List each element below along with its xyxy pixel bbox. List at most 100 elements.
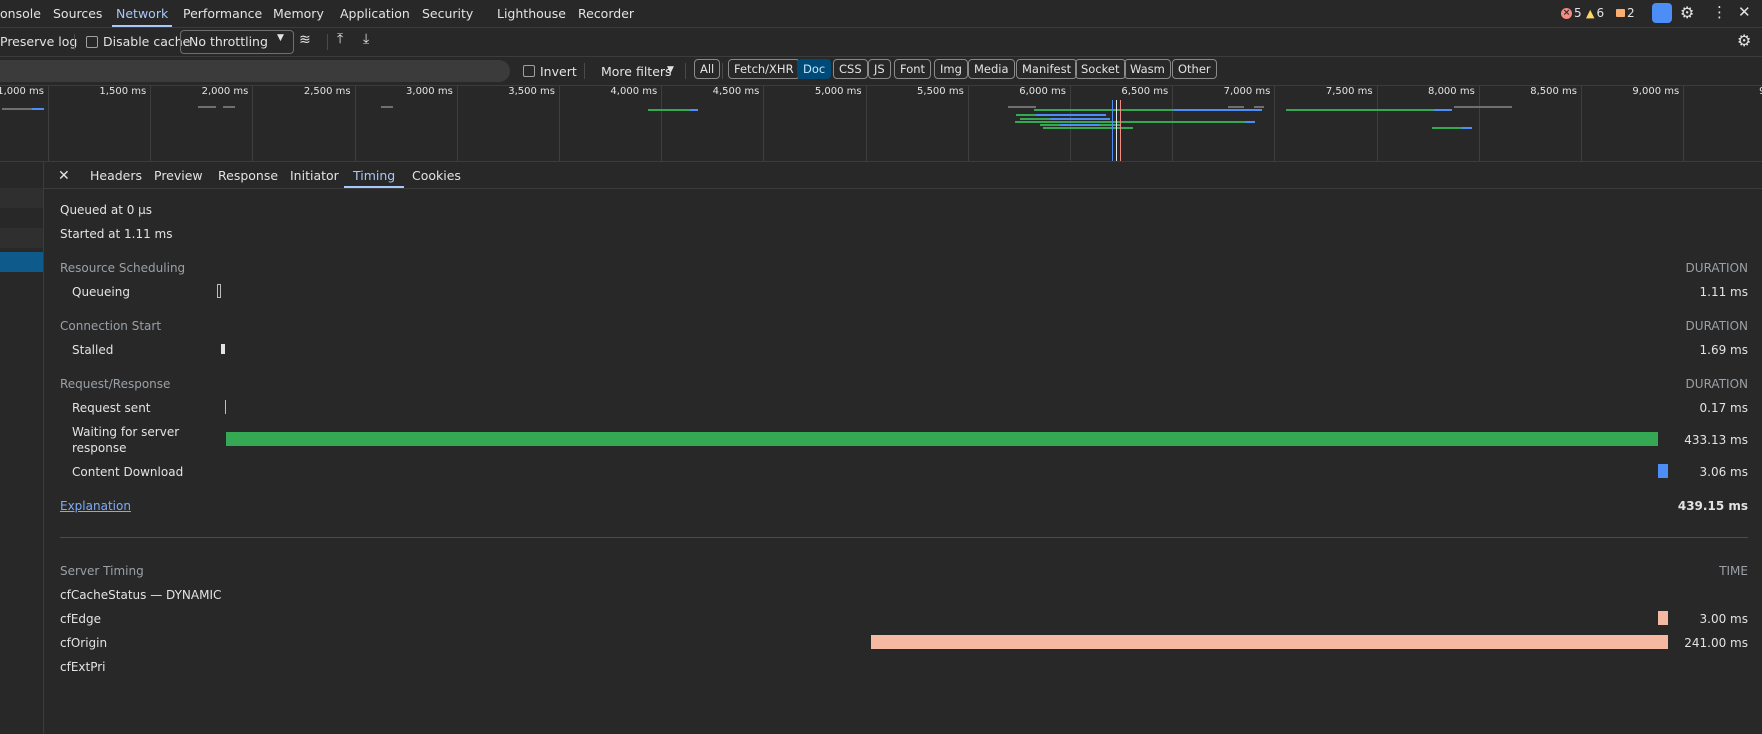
tab-headers[interactable]: Headers — [90, 162, 142, 188]
filter-chip-other[interactable]: Other — [1172, 59, 1217, 79]
tab-timing[interactable]: Timing — [343, 162, 405, 188]
disable-cache-label[interactable]: Disable cache — [103, 34, 190, 49]
filter-chip-manifest[interactable]: Manifest — [1016, 59, 1078, 79]
filter-input[interactable] — [0, 60, 510, 82]
extension-icon[interactable] — [1652, 3, 1672, 23]
overview-gridline — [1683, 86, 1685, 161]
request-detail-tabs: ✕ Headers Preview Response Initiator Tim… — [44, 162, 1762, 189]
total-duration: 439.15 ms — [1677, 499, 1748, 513]
tab-application[interactable]: Application — [340, 0, 410, 27]
filter-chip-doc[interactable]: Doc — [797, 59, 832, 79]
overview-gridline — [1478, 86, 1480, 161]
filter-chip-media[interactable]: Media — [968, 59, 1015, 79]
invert-checkbox[interactable] — [523, 65, 535, 77]
row-value-waiting: 433.13 ms — [1684, 433, 1748, 447]
overview-bar — [1462, 127, 1472, 129]
duration-header: DURATION — [1685, 377, 1748, 391]
network-overview-timeline[interactable]: 1,000 ms 1,500 ms 2,000 ms 2,500 ms 3,000 ms… — [0, 86, 1762, 162]
filter-chip-wasm[interactable]: Wasm — [1124, 59, 1171, 79]
more-filters-button[interactable]: More filters — [601, 64, 672, 79]
tab-response[interactable]: Response — [218, 162, 278, 188]
overview-tick-label: 5,500 ms — [917, 86, 964, 97]
export-har-icon[interactable]: ⤓ — [363, 31, 369, 47]
overview-bar — [1015, 121, 1245, 123]
network-settings-gear-icon[interactable]: ⚙ — [1737, 31, 1751, 50]
section-resource-scheduling: Resource Scheduling — [60, 261, 186, 275]
warnings-counter[interactable]: ▲ 6 — [1586, 6, 1604, 20]
divider — [722, 63, 723, 79]
overview-gridline — [354, 86, 356, 161]
filter-chip-js[interactable]: JS — [868, 59, 891, 79]
waiting-server-bar — [226, 432, 1658, 446]
row-label-content-download: Content Download — [72, 465, 184, 479]
server-timing-label-cfedge: cfEdge — [60, 612, 102, 626]
invert-label[interactable]: Invert — [540, 64, 577, 79]
tab-recorder[interactable]: Recorder — [578, 0, 634, 27]
tab-lighthouse[interactable]: Lighthouse — [497, 0, 566, 27]
server-timing-label-cfextpri: cfExtPri — [60, 660, 106, 674]
overview-bar — [223, 106, 235, 108]
cforigin-bar — [871, 635, 1668, 649]
close-icon[interactable]: ✕ — [58, 162, 70, 188]
filter-chip-img[interactable]: Img — [934, 59, 968, 79]
overview-tick-label: 8,500 ms — [1530, 86, 1577, 97]
overview-tick-label: 9,000 ms — [1632, 86, 1680, 97]
overview-bar — [1228, 106, 1244, 108]
list-item[interactable] — [0, 208, 43, 228]
chevron-down-icon: ▼ — [667, 65, 674, 75]
overview-gridline — [865, 86, 867, 161]
overview-gridline — [1172, 86, 1174, 161]
network-conditions-icon[interactable]: ≋ — [299, 32, 311, 48]
filter-chip-fetch-xhr[interactable]: Fetch/XHR — [728, 59, 800, 79]
issue-icon — [1616, 9, 1625, 17]
tab-preview[interactable]: Preview — [154, 162, 203, 188]
list-item-selected[interactable] — [0, 252, 43, 272]
overview-gridline — [967, 86, 969, 161]
tab-security[interactable]: Security — [422, 0, 473, 27]
overview-bar — [32, 108, 44, 110]
import-har-icon[interactable]: ⤒ — [337, 31, 343, 47]
queued-at-text: Queued at 0 µs — [60, 203, 153, 217]
overview-bar — [1034, 109, 1174, 111]
section-request-response: Request/Response — [60, 377, 171, 391]
overview-bar — [1050, 118, 1110, 120]
request-sent-bar — [225, 400, 226, 414]
filter-chip-socket[interactable]: Socket — [1075, 59, 1126, 79]
tab-console[interactable]: onsole — [0, 0, 41, 27]
overview-tick-label: 3,000 ms — [406, 86, 453, 97]
disable-cache-checkbox[interactable] — [86, 36, 98, 48]
server-timing-value-cforigin: 241.00 ms — [1684, 636, 1748, 650]
overview-bar — [1060, 124, 1100, 126]
close-devtools-icon[interactable]: ✕ — [1738, 3, 1751, 21]
list-item[interactable] — [0, 228, 43, 248]
queueing-bar — [217, 284, 221, 298]
settings-gear-icon[interactable]: ⚙ — [1680, 3, 1694, 22]
tab-performance[interactable]: Performance — [183, 0, 262, 27]
server-timing-label-cfcachestatus: cfCacheStatus — DYNAMIC — [60, 588, 222, 602]
issues-counter[interactable]: 2 — [1616, 6, 1635, 20]
throttling-select[interactable]: No throttling ▼ — [180, 30, 294, 54]
server-timing-label-cforigin: cfOrigin — [60, 636, 108, 650]
server-timing-value-cfedge: 3.00 ms — [1699, 612, 1748, 626]
cfedge-bar — [1658, 611, 1668, 625]
overview-bar — [1008, 106, 1036, 108]
filter-chip-css[interactable]: CSS — [833, 59, 868, 79]
overview-bar — [1432, 127, 1462, 129]
devtools-tab-bar: onsole Sources Network Performance Memor… — [0, 0, 1762, 28]
filter-chip-font[interactable]: Font — [894, 59, 932, 79]
started-at-text: Started at 1.11 ms — [60, 227, 173, 241]
more-options-icon[interactable]: ⋮ — [1712, 3, 1727, 21]
tab-sources[interactable]: Sources — [53, 0, 102, 27]
tab-network[interactable]: Network — [111, 0, 173, 27]
preserve-log-label[interactable]: Preserve log — [0, 34, 77, 49]
tab-memory[interactable]: Memory — [273, 0, 324, 27]
section-connection-start: Connection Start — [60, 319, 162, 333]
errors-counter[interactable]: × 5 — [1561, 6, 1582, 20]
tab-initiator[interactable]: Initiator — [290, 162, 339, 188]
explanation-link[interactable]: Explanation — [60, 499, 131, 513]
overview-bar — [1245, 121, 1255, 123]
overview-bar — [1286, 109, 1434, 111]
list-item[interactable] — [0, 188, 43, 208]
tab-cookies[interactable]: Cookies — [412, 162, 461, 188]
filter-chip-all[interactable]: All — [694, 59, 721, 79]
